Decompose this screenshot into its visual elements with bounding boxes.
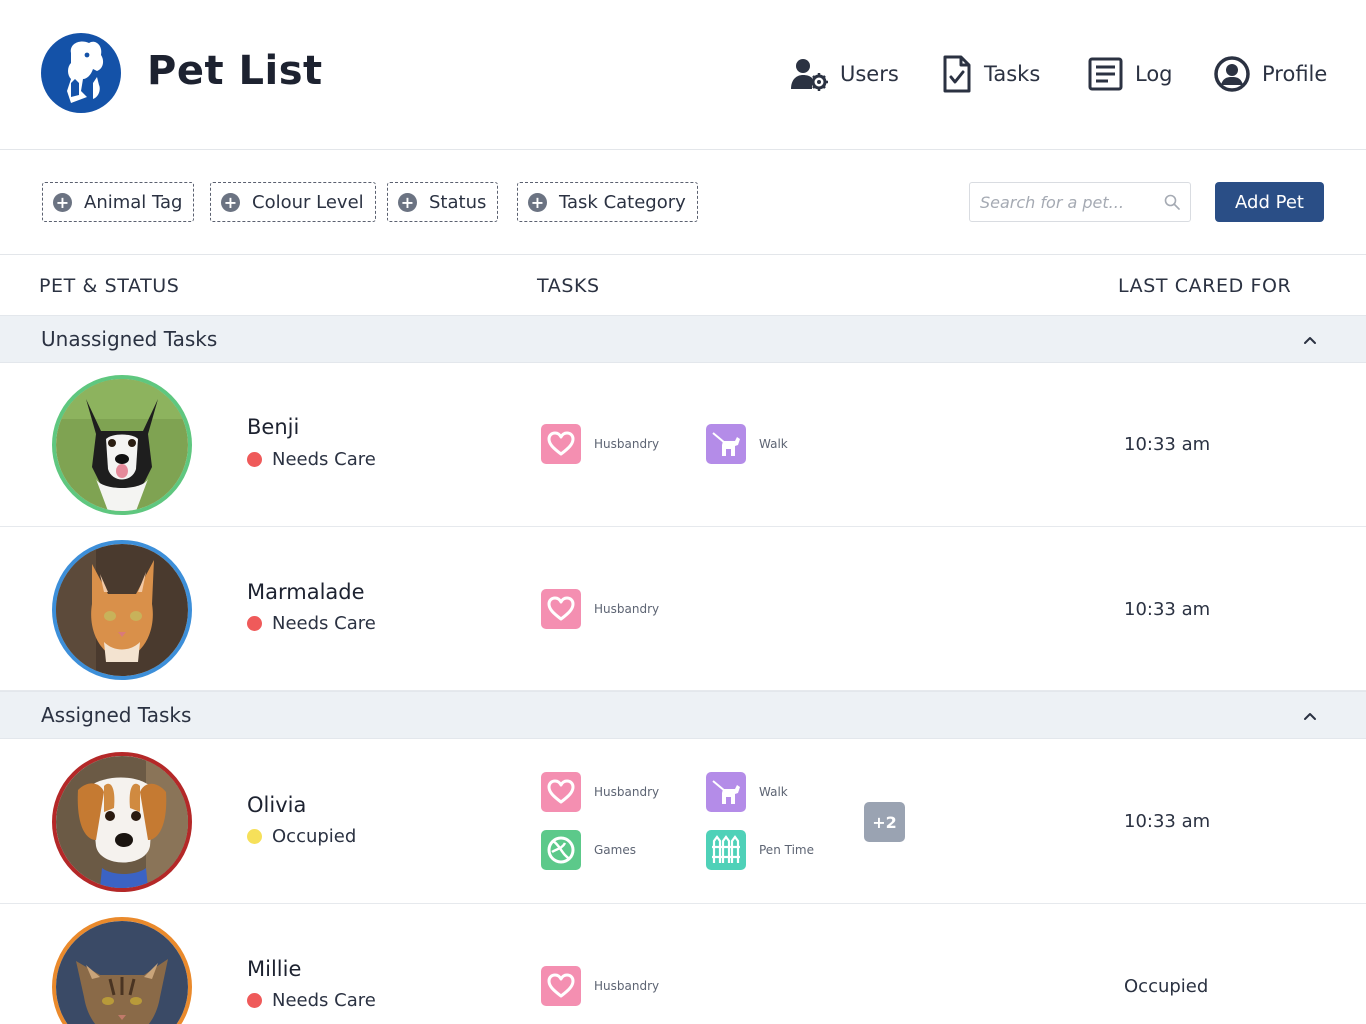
status-text: Needs Care — [272, 613, 376, 634]
last-cared-time: 10:33 am — [1124, 599, 1211, 620]
search-icon[interactable] — [1164, 194, 1180, 210]
status-text: Occupied — [272, 826, 357, 847]
filter-chip-label: Animal Tag — [84, 191, 183, 213]
status-text: Needs Care — [272, 990, 376, 1011]
users-gear-icon — [791, 59, 828, 91]
app-logo[interactable] — [41, 33, 121, 113]
filter-chip-label: Status — [429, 191, 487, 213]
task-label: Husbandry — [594, 602, 660, 616]
task-label: Pen Time — [759, 843, 814, 857]
column-header-pet-status: PET & STATUS — [39, 275, 180, 297]
search-input[interactable] — [980, 192, 1164, 212]
nav-tasks-label: Tasks — [984, 62, 1041, 86]
heart-icon — [541, 424, 581, 464]
filter-bar: + Animal Tag + Colour Level + Status + T… — [0, 150, 1366, 255]
chevron-up-icon[interactable] — [1298, 330, 1322, 350]
section-header-assigned[interactable]: Assigned Tasks — [0, 691, 1366, 739]
plus-circle-icon: + — [528, 192, 547, 212]
ball-icon — [541, 830, 581, 870]
status-dot — [247, 452, 262, 467]
heart-icon — [541, 589, 581, 629]
pet-avatar[interactable] — [52, 540, 192, 680]
task-walk[interactable]: Walk — [706, 772, 788, 812]
pet-status: Needs Care — [247, 613, 376, 634]
filter-chip-status[interactable]: + Status — [387, 182, 499, 222]
task-husbandry[interactable]: Husbandry — [541, 589, 659, 629]
task-husbandry[interactable]: Husbandry — [541, 772, 659, 812]
pet-row-benji[interactable]: Benji Needs Care Husbandry Walk 10:33 am — [0, 363, 1366, 527]
last-cared-status: Occupied — [1124, 976, 1209, 997]
pet-avatar[interactable] — [52, 752, 192, 892]
task-walk[interactable]: Walk — [706, 424, 788, 464]
nav-profile[interactable]: Profile — [1214, 54, 1327, 94]
last-cared-time: 10:33 am — [1124, 434, 1211, 455]
status-dot — [247, 616, 262, 631]
task-husbandry[interactable]: Husbandry — [541, 424, 659, 464]
dog-walk-icon — [706, 424, 746, 464]
dog-walk-icon — [706, 772, 746, 812]
pet-status: Needs Care — [247, 449, 376, 470]
section-title: Unassigned Tasks — [41, 327, 218, 351]
document-check-icon — [943, 55, 971, 93]
task-label: Games — [594, 843, 636, 857]
task-label: Husbandry — [594, 979, 660, 993]
heart-icon — [541, 772, 581, 812]
page-title: Pet List — [147, 48, 323, 94]
plus-circle-icon: + — [221, 192, 240, 212]
task-label: Walk — [759, 785, 788, 799]
beagle-photo — [56, 756, 188, 888]
pet-name: Benji — [247, 415, 300, 439]
section-header-unassigned[interactable]: Unassigned Tasks — [0, 315, 1366, 363]
pet-name: Marmalade — [247, 580, 365, 604]
last-cared-time: 10:33 am — [1124, 811, 1211, 832]
nav-users[interactable]: Users — [790, 54, 899, 94]
filter-chip-colour-level[interactable]: + Colour Level — [210, 182, 376, 222]
task-label: Walk — [759, 437, 788, 451]
status-dot — [247, 829, 262, 844]
nav-tasks[interactable]: Tasks — [942, 54, 1040, 94]
pet-row-olivia[interactable]: Olivia Occupied Husbandry Walk Games Pen… — [0, 740, 1366, 904]
nav-profile-label: Profile — [1262, 62, 1328, 86]
pet-status: Occupied — [247, 826, 356, 847]
nav-users-label: Users — [840, 62, 899, 86]
husky-photo — [56, 379, 188, 511]
orange-cat-photo — [56, 544, 188, 676]
task-pen-time[interactable]: Pen Time — [706, 830, 814, 870]
pet-row-millie[interactable]: Millie Needs Care Husbandry Occupied — [0, 904, 1366, 1024]
plus-circle-icon: + — [53, 192, 72, 212]
fence-icon — [706, 830, 746, 870]
task-label: Husbandry — [594, 785, 660, 799]
filter-chip-label: Colour Level — [252, 191, 364, 213]
task-label: Husbandry — [594, 437, 660, 451]
dog-cat-logo-icon — [67, 41, 104, 103]
search-box — [969, 182, 1191, 222]
plus-circle-icon: + — [398, 192, 417, 212]
pet-status: Needs Care — [247, 990, 376, 1011]
status-dot — [247, 993, 262, 1008]
tabby-cat-photo — [56, 921, 188, 1024]
heart-icon — [541, 966, 581, 1006]
list-document-icon — [1088, 57, 1123, 91]
user-circle-icon — [1214, 56, 1250, 92]
section-title: Assigned Tasks — [41, 703, 192, 727]
task-husbandry[interactable]: Husbandry — [541, 966, 659, 1006]
app-header: Pet List Users Tasks Log Profile — [0, 0, 1366, 150]
filter-chip-label: Task Category — [559, 191, 686, 213]
nav-log-label: Log — [1135, 62, 1173, 86]
column-header-last-cared: LAST CARED FOR — [1118, 275, 1292, 297]
chevron-up-icon[interactable] — [1298, 706, 1322, 726]
add-pet-button[interactable]: Add Pet — [1215, 182, 1324, 222]
filter-chip-animal-tag[interactable]: + Animal Tag — [42, 182, 195, 222]
nav-log[interactable]: Log — [1088, 54, 1173, 94]
pet-row-marmalade[interactable]: Marmalade Needs Care Husbandry 10:33 am — [0, 527, 1366, 691]
pet-name: Olivia — [247, 793, 307, 817]
column-header-tasks: TASKS — [537, 275, 600, 297]
more-tasks-badge[interactable]: +2 — [864, 802, 905, 842]
pet-avatar[interactable] — [52, 917, 192, 1024]
filter-chip-task-category[interactable]: + Task Category — [517, 182, 698, 222]
task-games[interactable]: Games — [541, 830, 636, 870]
pet-name: Millie — [247, 957, 302, 981]
pet-avatar[interactable] — [52, 375, 192, 515]
status-text: Needs Care — [272, 449, 376, 470]
